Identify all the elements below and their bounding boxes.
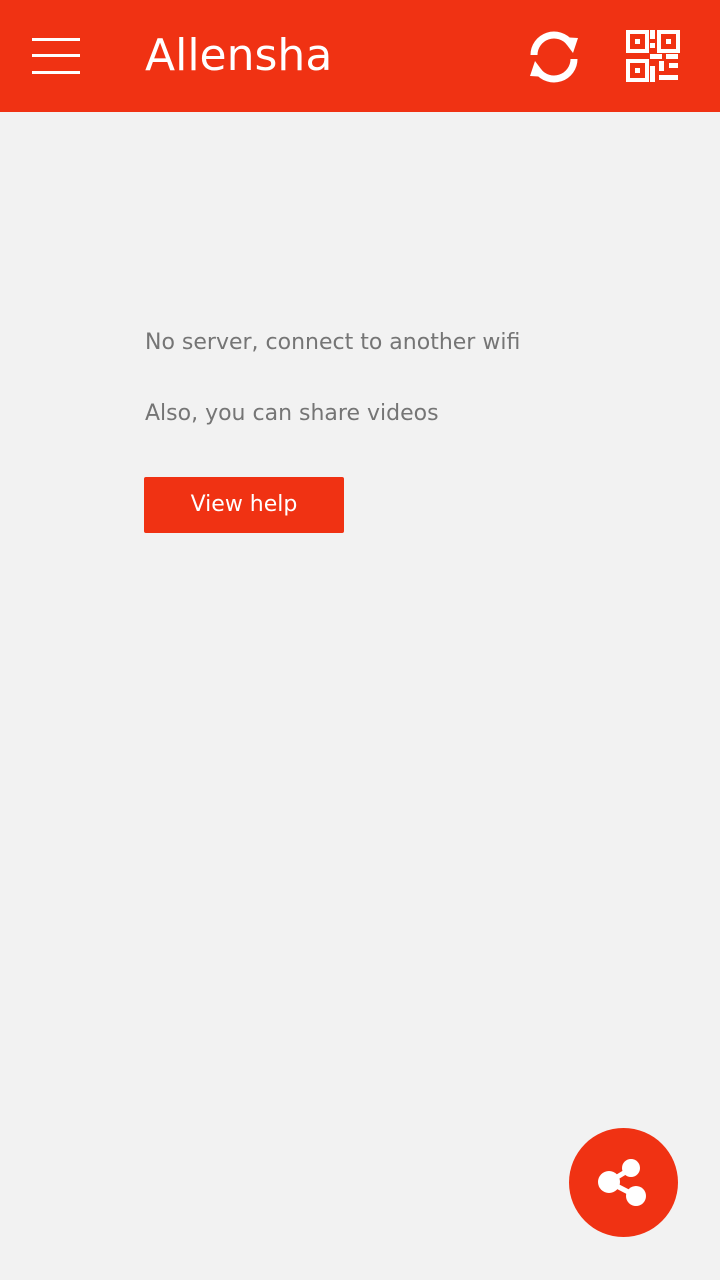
share-fab[interactable] [569, 1128, 678, 1237]
view-help-button[interactable]: View help [144, 477, 344, 533]
app-bar: Allensha [0, 0, 720, 112]
menu-button[interactable] [32, 38, 80, 74]
sync-button[interactable] [528, 31, 580, 83]
sync-icon [530, 31, 578, 83]
qr-code-icon [626, 30, 680, 82]
share-hint-text: Also, you can share videos [145, 401, 439, 426]
app-title: Allensha [145, 30, 333, 81]
empty-state-message: No server, connect to another wifi [145, 330, 521, 355]
qr-code-button[interactable] [626, 30, 680, 82]
share-icon [598, 1159, 646, 1206]
